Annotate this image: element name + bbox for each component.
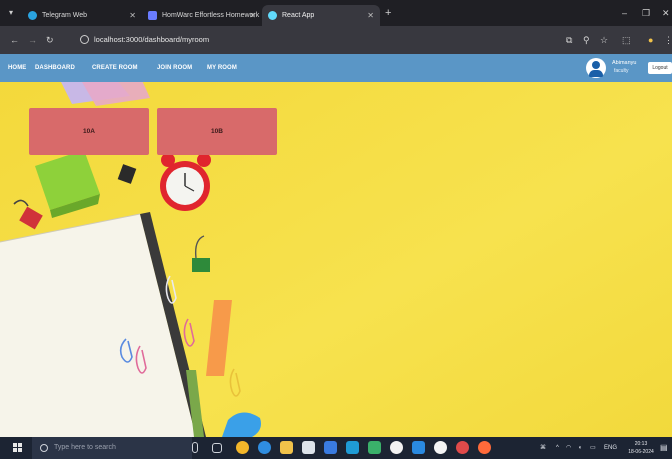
tab-title: Telegram Web	[42, 12, 88, 19]
notification-icon[interactable]: ▤	[660, 437, 668, 459]
tab-title: React App	[282, 12, 315, 19]
microphone-icon[interactable]	[192, 442, 198, 453]
homwarc-favicon-icon	[148, 11, 157, 20]
photoshop-icon[interactable]	[346, 441, 359, 454]
close-window-icon[interactable]: ✕	[662, 7, 670, 19]
browser-tab-homwarc[interactable]: HomWarc Effortless Homework ✕	[142, 5, 262, 26]
address-bar[interactable]: localhost:3000/dashboard/myroom	[78, 31, 558, 49]
user-role: faculty	[614, 68, 629, 74]
browser-tab-telegram[interactable]: Telegram Web ✕	[22, 5, 142, 26]
windows-taskbar: Type here to search ⌘ ^ ◠ ◖ ▭ ENG 20:13 …	[0, 437, 672, 459]
install-app-icon[interactable]: ⧉	[566, 34, 572, 46]
url-text: localhost:3000/dashboard/myroom	[94, 35, 210, 44]
new-tab-button[interactable]: +	[385, 7, 391, 19]
user-name: Abimanyu	[612, 60, 637, 66]
brave-icon[interactable]	[478, 441, 491, 454]
battery-icon[interactable]: ▭	[590, 437, 596, 459]
app-icon[interactable]	[390, 441, 403, 454]
maximize-icon[interactable]: ❐	[642, 7, 650, 19]
search-icon	[40, 444, 48, 452]
app-navbar: HOME DASHBOARD CREATE ROOM JOIN ROOM MY …	[0, 54, 672, 82]
close-tab-icon[interactable]: ✕	[249, 5, 256, 26]
browser-toolbar: ← → ↻ localhost:3000/dashboard/myroom ⧉ …	[0, 26, 672, 54]
extensions-icon[interactable]: ⬚	[622, 34, 631, 46]
tab-title: HomWarc Effortless Homework	[162, 12, 260, 19]
room-card-10b[interactable]: 10B	[157, 108, 277, 155]
bookmark-star-icon[interactable]: ☆	[600, 34, 608, 46]
network-icon[interactable]: ◠	[566, 437, 571, 459]
mail-icon[interactable]	[324, 441, 337, 454]
clock-time: 20:13	[634, 441, 648, 447]
taskbar-clock[interactable]: 20:13 18-06-2024	[626, 440, 656, 456]
code-editor-icon[interactable]	[368, 441, 381, 454]
browser-tab-react-app[interactable]: React App ✕	[262, 5, 380, 26]
clock-date: 18-06-2024	[628, 449, 654, 455]
profile-icon[interactable]: ●	[648, 34, 653, 46]
taskbar-search-input[interactable]: Type here to search	[32, 437, 192, 459]
browser-tab-bar: ▾ Telegram Web ✕ HomWarc Effortless Home…	[0, 0, 672, 26]
reload-icon[interactable]: ↻	[46, 34, 54, 46]
site-info-icon[interactable]	[80, 35, 89, 44]
browser-menu-icon[interactable]: ⋮	[664, 34, 672, 46]
windows-start-icon[interactable]	[13, 443, 23, 453]
edge-icon[interactable]	[258, 441, 271, 454]
user-avatar-icon[interactable]	[586, 58, 606, 78]
nav-home[interactable]: HOME	[8, 63, 26, 73]
telegram-favicon-icon	[28, 11, 37, 20]
nav-my-room[interactable]: MY ROOM	[207, 63, 237, 73]
room-card-10a[interactable]: 10A	[29, 108, 149, 155]
volume-icon[interactable]: ◖	[578, 437, 582, 459]
store-icon[interactable]	[302, 441, 315, 454]
tab-search-menu-icon[interactable]: ▾	[6, 8, 16, 18]
minimize-icon[interactable]: –	[622, 7, 627, 19]
nav-dashboard[interactable]: DASHBOARD	[35, 63, 75, 73]
language-indicator[interactable]: ENG	[604, 437, 617, 459]
tray-chevron-icon[interactable]: ^	[556, 437, 559, 459]
react-favicon-icon	[268, 11, 277, 20]
logout-button[interactable]: Logout	[648, 62, 672, 74]
nav-create-room[interactable]: CREATE ROOM	[92, 63, 138, 73]
nav-join-room[interactable]: JOIN ROOM	[157, 63, 192, 73]
zoom-search-icon[interactable]: ⚲	[583, 34, 590, 46]
close-tab-icon[interactable]: ✕	[367, 5, 374, 26]
forward-icon[interactable]: →	[28, 34, 37, 46]
page-viewport: HOME DASHBOARD CREATE ROOM JOIN ROOM MY …	[0, 54, 672, 437]
close-tab-icon[interactable]: ✕	[129, 5, 136, 26]
opera-icon[interactable]	[456, 441, 469, 454]
back-icon[interactable]: ←	[10, 34, 19, 46]
chrome-icon[interactable]	[236, 441, 249, 454]
task-view-icon[interactable]	[212, 443, 222, 453]
vscode-icon[interactable]	[412, 441, 425, 454]
github-icon[interactable]	[434, 441, 447, 454]
file-explorer-icon[interactable]	[280, 441, 293, 454]
search-placeholder: Type here to search	[54, 444, 116, 451]
user-tray-icon[interactable]: ⌘	[540, 437, 546, 459]
